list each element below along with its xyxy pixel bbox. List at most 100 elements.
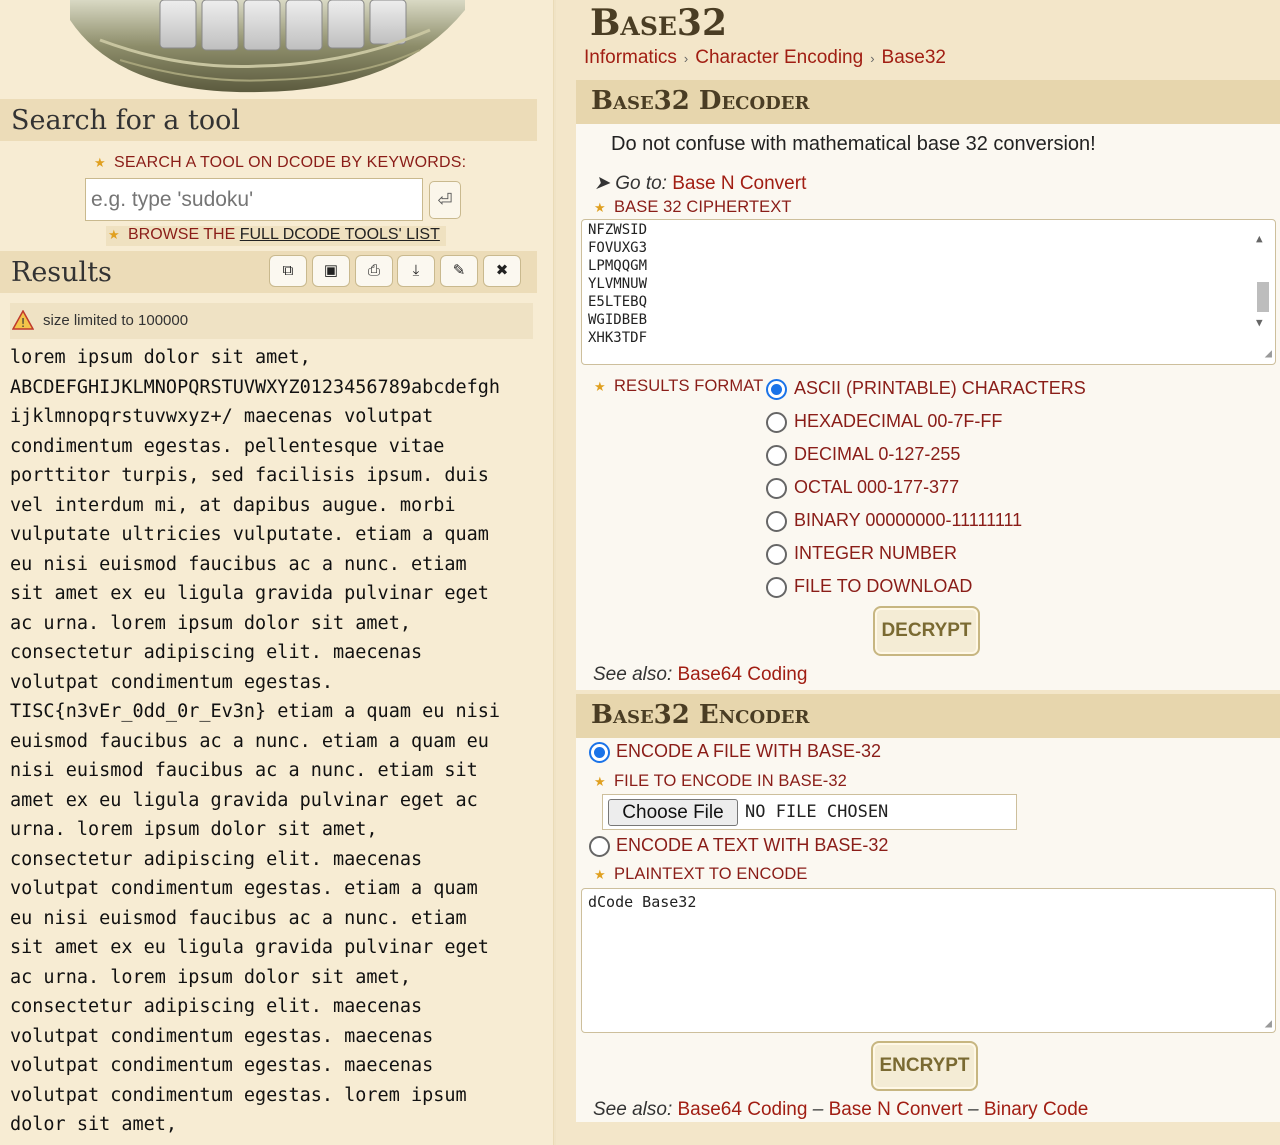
results-line: sit amet ex eu ligula gravida pulvinar e… [10,937,489,958]
breadcrumb-separator: › [683,51,689,66]
scrollbar-thumb[interactable] [1257,282,1269,312]
page-title: Base32 [590,2,728,44]
results-line: condimentum egestas. pellentesque vitae [10,435,445,457]
pin-button[interactable]: ✎ [440,255,478,287]
close-button[interactable]: ✖ [483,255,521,287]
plaintext-label: ★ PLAINTEXT TO ENCODE [594,865,808,883]
results-line: ijklmnopqrstuvwxyz+/ maecenas volutpat [10,406,434,427]
resize-handle-icon[interactable]: ◢ [1265,1016,1272,1030]
see-also-base64-link[interactable]: Base64 Coding [678,664,808,685]
cipher-lock-image [60,0,470,100]
results-line: ac urna. lorem ipsum dolor sit amet, [10,612,411,634]
browse-tools-link-row: ★ BROWSE THE FULL DCODE TOOLS' LIST [106,226,446,246]
format-option-label[interactable]: HEXADECIMAL 00-7F-FF [794,411,1002,432]
format-radio-6[interactable] [766,577,787,598]
encode-file-option-label[interactable]: ENCODE A FILE WITH BASE-32 [616,741,881,762]
decoder-see-also: See also: Base64 Coding [593,664,808,685]
resize-handle-icon[interactable]: ◢ [1265,344,1272,362]
ciphertext-label: ★ BASE 32 CIPHERTEXT [594,198,792,216]
ciphertext-line: E5LTEBQ [588,294,648,310]
size-warning: ! size limited to 100000 [10,303,533,339]
file-input[interactable]: Choose File NO FILE CHOSEN [602,794,1017,830]
format-radio-4[interactable] [766,511,787,532]
see-also-base64-link[interactable]: Base64 Coding [678,1099,808,1120]
star-icon: ★ [94,155,106,170]
results-format-label: ★ RESULTS FORMAT [594,377,764,395]
format-radio-0[interactable] [766,379,787,400]
goto-base-n-convert-link[interactable]: Base N Convert [672,173,806,194]
search-input[interactable] [85,178,423,221]
results-line: volutpat condimentum egestas. etiam a qu… [10,878,478,899]
format-radio-5[interactable] [766,544,787,565]
enter-icon: ⏎ [437,190,453,210]
star-icon: ★ [594,774,606,789]
results-output: lorem ipsum dolor sit amet, ABCDEFGHIJKLM… [10,343,540,1140]
breadcrumb-informatics[interactable]: Informatics [584,47,677,68]
format-option-label[interactable]: BINARY 00000000-11111111 [794,510,1022,531]
star-icon: ★ [594,867,606,882]
copy-button[interactable]: ⧉ [269,255,307,287]
ciphertext-line: WGIDBEB [588,312,648,328]
results-line: volutpat condimentum egestas. lorem ipsu… [10,1084,467,1106]
save-button[interactable]: ▣ [312,255,350,287]
results-line: consectetur adipiscing elit. maecenas [10,642,423,663]
arrow-icon: ➤ [594,173,610,194]
format-radio-1[interactable] [766,412,787,433]
results-line: volutpat condimentum egestas. maecenas [10,1055,434,1076]
encode-file-radio[interactable] [589,742,610,763]
results-line: ABCDEFGHIJKLMNOPQRSTUVWXYZ0123456789abcd… [10,376,501,398]
format-option-label[interactable]: INTEGER NUMBER [794,543,957,564]
browse-full-list-link[interactable]: FULL DCODE TOOLS' LIST [240,226,440,243]
ciphertext-scrollbar[interactable]: ▲ ▼ [1251,224,1273,362]
breadcrumb-character-encoding[interactable]: Character Encoding [695,47,863,68]
scroll-down-icon[interactable]: ▼ [1256,314,1263,332]
scroll-up-icon[interactable]: ▲ [1256,230,1263,248]
results-line: TISC{n3vEr_0dd_0r_Ev3n} etiam a quam eu … [10,701,501,722]
encode-text-option-label[interactable]: ENCODE A TEXT WITH BASE-32 [616,835,888,856]
format-option-label[interactable]: OCTAL 000-177-377 [794,477,959,498]
results-line: volutpat condimentum egestas. maecenas [10,1025,434,1047]
format-radio-3[interactable] [766,478,787,499]
file-to-encode-label: ★ FILE TO ENCODE IN BASE-32 [594,772,847,790]
close-icon: ✖ [495,262,509,279]
results-line: volutpat condimentum egestas. [10,671,334,693]
goto-row: ➤ Go to: Base N Convert [594,173,807,194]
encrypt-button[interactable]: ENCRYPT [871,1041,978,1091]
search-submit-button[interactable]: ⏎ [429,181,461,219]
results-line: eu nisi euismod faucibus ac a nunc. etia… [10,907,467,929]
format-option-label[interactable]: ASCII (PRINTABLE) CHARACTERS [794,378,1086,399]
decoder-heading: Base32 Decoder [576,80,1280,124]
results-line: consectetur adipiscing elit. maecenas [10,996,423,1017]
ciphertext-line: FOVUXG3 [588,240,648,256]
format-option-label[interactable]: FILE TO DOWNLOAD [794,576,972,597]
encode-text-radio[interactable] [589,836,610,857]
ciphertext-line: XHK3TDF [588,330,648,346]
plaintext-value: dCode Base32 [588,893,697,911]
print-icon: ⎙ [367,262,380,279]
star-icon: ★ [108,227,120,242]
breadcrumb: Informatics › Character Encoding › Base32 [584,47,946,69]
encoder-heading: Base32 Encoder [576,694,1280,738]
see-also-binary-code-link[interactable]: Binary Code [984,1099,1089,1120]
download-button[interactable]: ⤓ [397,255,435,287]
copy-icon: ⧉ [282,262,294,279]
results-line: vulputate ultricies vulputate. etiam a q… [10,524,489,545]
results-line: euismod faucibus ac a nunc. etiam a quam… [10,730,489,752]
encoder-see-also: See also: Base64 Coding – Base N Convert… [593,1099,1089,1120]
star-icon: ★ [594,379,606,394]
star-icon: ★ [594,200,606,215]
plaintext-textarea[interactable]: dCode Base32 ◢ [581,888,1276,1033]
choose-file-button[interactable]: Choose File [608,799,738,826]
breadcrumb-base32[interactable]: Base32 [882,47,946,68]
results-line: lorem ipsum dolor sit amet, [10,347,311,368]
ciphertext-textarea[interactable]: NFZWSID FOVUXG3 LPMQQGM YLVMNUW E5LTEBQ WGIDB… [581,219,1276,365]
format-option-label[interactable]: DECIMAL 0-127-255 [794,444,960,465]
format-radio-2[interactable] [766,445,787,466]
download-icon: ⤓ [412,262,420,279]
see-also-base-n-convert-link[interactable]: Base N Convert [829,1099,963,1120]
ciphertext-line: NFZWSID [588,222,648,238]
print-button[interactable]: ⎙ [355,255,393,287]
no-file-chosen-text: NO FILE CHOSEN [745,802,889,822]
decrypt-button[interactable]: DECRYPT [873,606,980,656]
results-line: dolor sit amet, [10,1114,178,1135]
